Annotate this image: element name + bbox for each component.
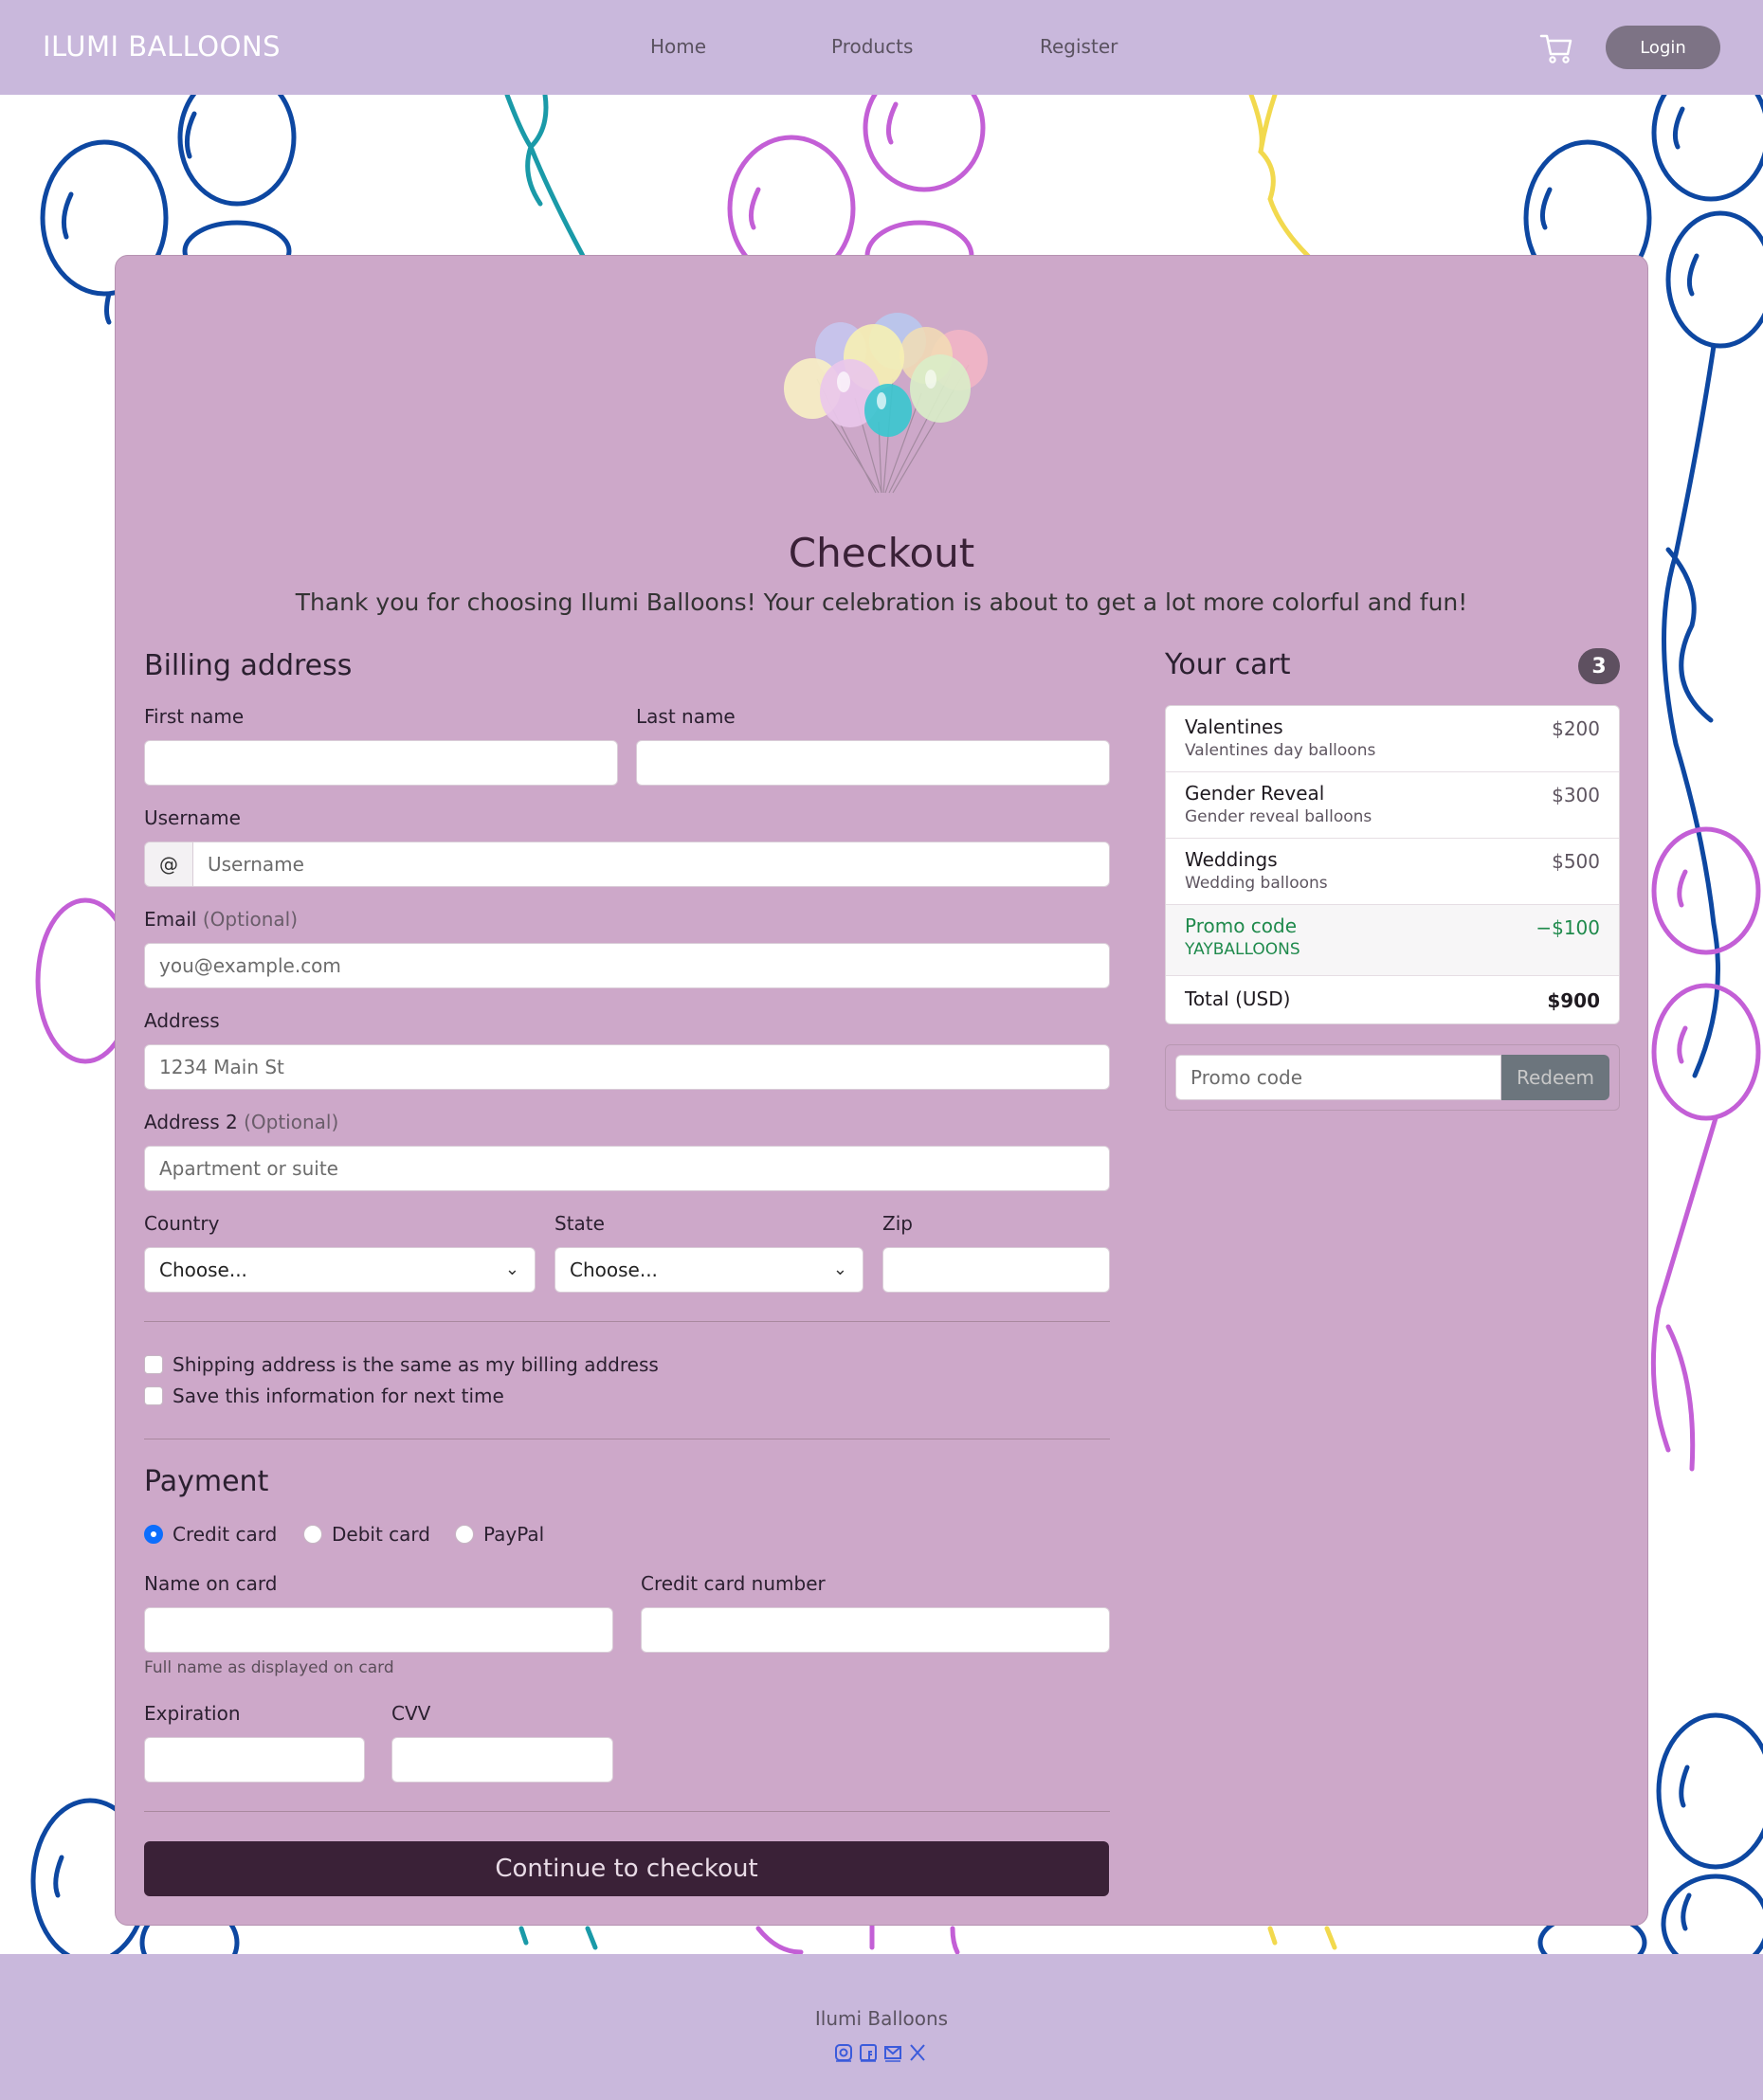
item-name: Valentines [1185,715,1283,738]
chevron-down-icon: ⌄ [504,1259,519,1279]
cvv-label: CVV [391,1702,431,1725]
total-value: $900 [1547,989,1600,1012]
paypal-radio[interactable] [455,1525,474,1544]
login-button[interactable]: Login [1606,26,1720,69]
country-label: Country [144,1212,220,1235]
list-item: Weddings Wedding balloons $500 [1166,839,1619,905]
username-input[interactable]: Username [193,842,1110,887]
expiration-input[interactable] [144,1737,365,1783]
brand-logo[interactable]: ILUMI BALLOONS [43,30,281,63]
first-name-label: First name [144,705,245,728]
item-price: $200 [1552,717,1600,740]
username-label: Username [144,806,241,829]
save-info-checkbox[interactable] [144,1386,163,1405]
promo-code-value: YAYBALLOONS [1185,940,1300,959]
cart-count-badge: 3 [1578,648,1620,684]
item-name: Gender Reveal [1185,782,1325,805]
name-on-card-label: Name on card [144,1572,278,1595]
state-select[interactable]: Choose... ⌄ [554,1247,863,1293]
list-item: Gender Reveal Gender reveal balloons $30… [1166,772,1619,839]
footer-brand: Ilumi Balloons [814,2007,949,2030]
chevron-down-icon: ⌄ [832,1259,847,1279]
paypal-label: PayPal [483,1523,545,1546]
total-label: Total (USD) [1185,987,1291,1010]
first-name-input[interactable] [144,740,618,786]
zip-input[interactable] [882,1247,1110,1293]
payment-debit-card-option[interactable]: Debit card [303,1523,430,1546]
last-name-input[interactable] [636,740,1110,786]
address-label: Address [144,1009,220,1032]
instagram-icon[interactable] [834,2043,853,2062]
payment-heading: Payment [144,1465,269,1498]
state-label: State [554,1212,605,1235]
list-item: Valentines Valentines day balloons $200 [1166,706,1619,772]
nav-link-products[interactable]: Products [831,35,913,58]
billing-heading: Billing address [144,649,353,682]
same-address-label: Shipping address is the same as my billi… [173,1353,659,1376]
debit-card-label: Debit card [332,1523,430,1546]
divider [144,1321,1110,1322]
email-label: Email (Optional) [144,908,298,931]
credit-card-label: Credit card [173,1523,278,1546]
email-icon[interactable] [883,2043,902,2062]
credit-card-radio[interactable] [144,1525,163,1544]
cart-total-row: Total (USD) $900 [1166,976,1619,1023]
cart-heading: Your cart [1165,648,1291,681]
nav-link-register[interactable]: Register [1040,35,1118,58]
promo-discount: −$100 [1536,916,1600,939]
item-price: $300 [1552,784,1600,806]
balloon-bouquet-image [784,313,988,494]
save-info-label: Save this information for next time [173,1385,504,1407]
card-number-input[interactable] [641,1607,1110,1653]
promo-code-input[interactable]: Promo code [1175,1055,1501,1100]
promo-applied-row: Promo code YAYBALLOONS −$100 [1166,905,1619,976]
state-select-value: Choose... [570,1258,658,1281]
promo-code-form: Promo code Redeem [1165,1044,1620,1111]
item-name: Weddings [1185,848,1278,871]
footer: Ilumi Balloons [0,1954,1763,2100]
expiration-label: Expiration [144,1702,241,1725]
navbar: ILUMI BALLOONS Home Products Register Lo… [0,0,1763,95]
item-desc: Gender reveal balloons [1185,807,1372,826]
continue-to-checkout-button[interactable]: Continue to checkout [144,1841,1109,1896]
name-on-card-help: Full name as displayed on card [144,1658,394,1677]
address2-label: Address 2 (Optional) [144,1111,338,1133]
item-desc: Wedding balloons [1185,874,1328,893]
divider [144,1811,1110,1812]
cvv-input[interactable] [391,1737,613,1783]
facebook-icon[interactable] [859,2043,878,2062]
name-on-card-input[interactable] [144,1607,613,1653]
zip-label: Zip [882,1212,913,1235]
cart-list: Valentines Valentines day balloons $200 … [1165,705,1620,1024]
item-price: $500 [1552,850,1600,873]
item-desc: Valentines day balloons [1185,741,1376,760]
email-optional-text: (Optional) [202,908,299,931]
country-select[interactable]: Choose... ⌄ [144,1247,536,1293]
shopping-cart-icon[interactable] [1539,31,1573,65]
username-input-group: @ Username [144,842,1110,887]
payment-credit-card-option[interactable]: Credit card [144,1523,277,1546]
card-number-label: Credit card number [641,1572,826,1595]
last-name-label: Last name [636,705,736,728]
email-input[interactable]: you@example.com [144,943,1110,988]
social-links [834,2043,927,2062]
at-sign-addon: @ [144,842,193,887]
page-title: Checkout [788,530,975,576]
redeem-button[interactable]: Redeem [1501,1055,1609,1100]
address-input[interactable]: 1234 Main St [144,1044,1110,1090]
address2-label-text: Address 2 [144,1111,238,1133]
debit-card-radio[interactable] [303,1525,322,1544]
address2-input[interactable]: Apartment or suite [144,1146,1110,1191]
x-icon[interactable] [908,2043,927,2062]
same-address-checkbox[interactable] [144,1355,163,1374]
nav-link-home[interactable]: Home [650,35,706,58]
address2-optional-text: (Optional) [244,1111,339,1133]
payment-paypal-option[interactable]: PayPal [455,1523,544,1546]
country-select-value: Choose... [159,1258,247,1281]
same-address-checkbox-row[interactable]: Shipping address is the same as my billi… [144,1353,659,1376]
save-info-checkbox-row[interactable]: Save this information for next time [144,1385,504,1407]
email-label-text: Email [144,908,197,931]
page-subtitle: Thank you for choosing Ilumi Balloons! Y… [295,588,1468,616]
